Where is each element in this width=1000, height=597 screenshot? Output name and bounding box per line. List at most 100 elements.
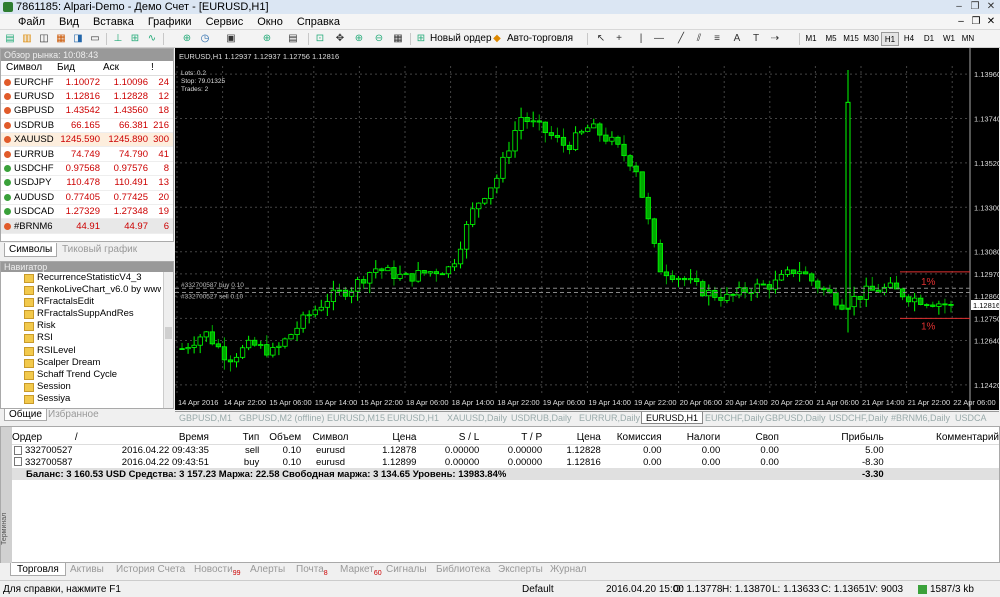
- navigator-item[interactable]: RecurrenceStatisticV4_3: [1, 272, 161, 284]
- mdi-close-icon[interactable]: ✕: [985, 16, 997, 28]
- terminal-icon[interactable]: ▭: [88, 32, 102, 46]
- col-bid[interactable]: Бид: [57, 61, 103, 76]
- navigator-scrollbar[interactable]: [163, 272, 173, 408]
- terminal-tab[interactable]: Журнал: [544, 563, 593, 576]
- cross-icon[interactable]: +: [612, 32, 626, 46]
- terminal-tab[interactable]: Сигналы: [380, 563, 433, 576]
- periods-icon[interactable]: ◷: [198, 32, 212, 46]
- zoom-out-icon[interactable]: ⊖: [372, 32, 386, 46]
- column-header[interactable]: T / P: [479, 431, 543, 445]
- tab-tick-chart[interactable]: Тиковый график: [58, 243, 141, 257]
- col-ask[interactable]: Аск: [103, 61, 151, 76]
- new-window-icon[interactable]: ⊕: [180, 32, 194, 46]
- column-header[interactable]: Прибыль: [778, 431, 884, 445]
- terminal-tab[interactable]: Почта8: [290, 563, 334, 577]
- fibonacci-icon[interactable]: ≡: [710, 32, 724, 46]
- market-watch-row[interactable]: USDJPY 110.478 110.491 13: [1, 175, 173, 191]
- timeframe-m5[interactable]: M5: [822, 32, 840, 46]
- column-header[interactable]: Налоги: [661, 431, 721, 445]
- autoscroll-icon[interactable]: ⊡: [313, 32, 327, 46]
- timeframe-mn[interactable]: MN: [959, 32, 977, 46]
- menu-charts[interactable]: Графики: [141, 14, 199, 30]
- chart-tab[interactable]: XAUUSD,Daily: [443, 412, 511, 424]
- minimize-button[interactable]: –: [952, 1, 966, 13]
- new-order-button[interactable]: Новый ордер: [430, 32, 492, 46]
- auto-trading-button[interactable]: Авто-торговля: [507, 32, 573, 46]
- menu-tools[interactable]: Сервис: [199, 14, 251, 30]
- bar-chart-icon[interactable]: ⊥: [111, 32, 125, 46]
- chart-tab[interactable]: EURRUR,Daily: [575, 412, 644, 424]
- market-watch-row[interactable]: GBPUSD 1.43542 1.43560 18: [1, 103, 173, 119]
- expert-icon[interactable]: ▤: [286, 32, 300, 46]
- templates-icon[interactable]: ▣: [224, 32, 238, 46]
- column-header[interactable]: Своп: [720, 431, 779, 445]
- market-watch-row[interactable]: AUDUSD 0.77405 0.77425 20: [1, 190, 173, 206]
- navigator-item[interactable]: RFractalsEdit: [1, 296, 161, 308]
- mdi-minimize-icon[interactable]: –: [955, 16, 967, 28]
- timeframe-h4[interactable]: H4: [900, 32, 918, 46]
- tab-favorites[interactable]: Избранное: [44, 409, 103, 421]
- market-watch-row[interactable]: EURRUB 74.749 74.790 41: [1, 146, 173, 162]
- price-chart[interactable]: 1.13960 1.13740 1.13520 1.13300 1.13080 1.129…: [175, 48, 999, 410]
- order-row[interactable]: 332700527 2016.04.22 09:43:35 sell 0.10 euru…: [12, 444, 999, 456]
- market-watch-row[interactable]: #BRNM6 44.91 44.97 6: [1, 218, 173, 234]
- chart-tab[interactable]: #BRNM6,Daily: [887, 412, 954, 424]
- chart-tab[interactable]: EURCHF,Daily: [701, 412, 768, 424]
- profiles-icon[interactable]: ▥: [20, 32, 34, 46]
- order-row[interactable]: 332700587 2016.04.22 09:43:51 buy 0.10 eurus…: [12, 456, 999, 468]
- column-header[interactable]: Объем: [259, 431, 302, 445]
- trend-line-icon[interactable]: ╱: [674, 32, 688, 46]
- navigator-item[interactable]: Session: [1, 381, 161, 393]
- candlestick-icon[interactable]: ⊞: [128, 32, 142, 46]
- auto-trading-icon[interactable]: ◆: [490, 32, 504, 46]
- navigator-item[interactable]: RSI: [1, 332, 161, 344]
- navigator-item[interactable]: RenkoLiveChart_v6.0 by www.: [1, 284, 161, 296]
- indicators-icon[interactable]: ⊕: [260, 32, 274, 46]
- timeframe-w1[interactable]: W1: [940, 32, 958, 46]
- chart-tab[interactable]: GBPUSD,M1: [175, 412, 236, 424]
- market-watch-row[interactable]: XAUUSD 1245.590 1245.890 300: [1, 132, 173, 148]
- restore-button[interactable]: ❐: [968, 1, 982, 13]
- terminal-tab[interactable]: Библиотека: [430, 563, 496, 576]
- market-watch-row[interactable]: EURUSD 1.12816 1.12828 12: [1, 89, 173, 105]
- column-header[interactable]: Цена: [359, 431, 417, 445]
- chart-tab[interactable]: EURUSD,M15: [323, 412, 389, 424]
- chart-tab[interactable]: USDCA: [951, 412, 991, 424]
- navigator-item[interactable]: Scalper Dream: [1, 357, 161, 369]
- close-button[interactable]: ✕: [984, 1, 998, 13]
- tab-common[interactable]: Общие: [4, 409, 47, 421]
- tab-symbols[interactable]: Символы: [4, 243, 58, 257]
- tile-windows-icon[interactable]: ▦: [391, 32, 405, 46]
- line-chart-icon[interactable]: ∿: [145, 32, 159, 46]
- terminal-tab[interactable]: Эксперты: [492, 563, 549, 576]
- terminal-tab[interactable]: Активы: [64, 563, 110, 576]
- chart-tab[interactable]: EURUSD,H1: [641, 412, 704, 424]
- menu-help[interactable]: Справка: [290, 14, 347, 30]
- zoom-in-icon[interactable]: ⊕: [352, 32, 366, 46]
- terminal-tab[interactable]: Алерты: [244, 563, 291, 576]
- menu-view[interactable]: Вид: [52, 14, 86, 30]
- chart-canvas[interactable]: 1.13960 1.13740 1.13520 1.13300 1.13080 1.129…: [175, 48, 999, 410]
- terminal-tab[interactable]: История Счета: [110, 563, 191, 576]
- navigator-item[interactable]: Sessiya: [1, 393, 161, 405]
- timeframe-m30[interactable]: M30: [862, 32, 880, 46]
- menu-file[interactable]: Файл: [0, 14, 52, 30]
- navigator-item[interactable]: RFractalsSuppAndRes: [1, 308, 161, 320]
- timeframe-h1[interactable]: H1: [881, 32, 899, 46]
- channel-icon[interactable]: ⫽: [692, 32, 706, 46]
- column-header[interactable]: Комментарий: [883, 431, 999, 445]
- mdi-restore-icon[interactable]: ❐: [970, 16, 982, 28]
- label-tool-icon[interactable]: T: [749, 32, 763, 46]
- arrow-tool-icon[interactable]: ⇢: [768, 32, 782, 46]
- menu-insert[interactable]: Вставка: [86, 14, 141, 30]
- market-watch-row[interactable]: EURCHF 1.10072 1.10096 24: [1, 75, 173, 90]
- navigator-item[interactable]: RSILevel: [1, 345, 161, 357]
- timeframe-m15[interactable]: M15: [842, 32, 860, 46]
- chart-tab[interactable]: GBPUSD,Daily: [761, 412, 830, 424]
- crosshair-icon[interactable]: ✥: [333, 32, 347, 46]
- column-header[interactable]: S / L: [416, 431, 480, 445]
- navigator-item[interactable]: Risk: [1, 320, 161, 332]
- column-header[interactable]: Время: [95, 431, 209, 445]
- col-spread[interactable]: !: [151, 61, 173, 76]
- column-header[interactable]: Тип: [208, 431, 260, 445]
